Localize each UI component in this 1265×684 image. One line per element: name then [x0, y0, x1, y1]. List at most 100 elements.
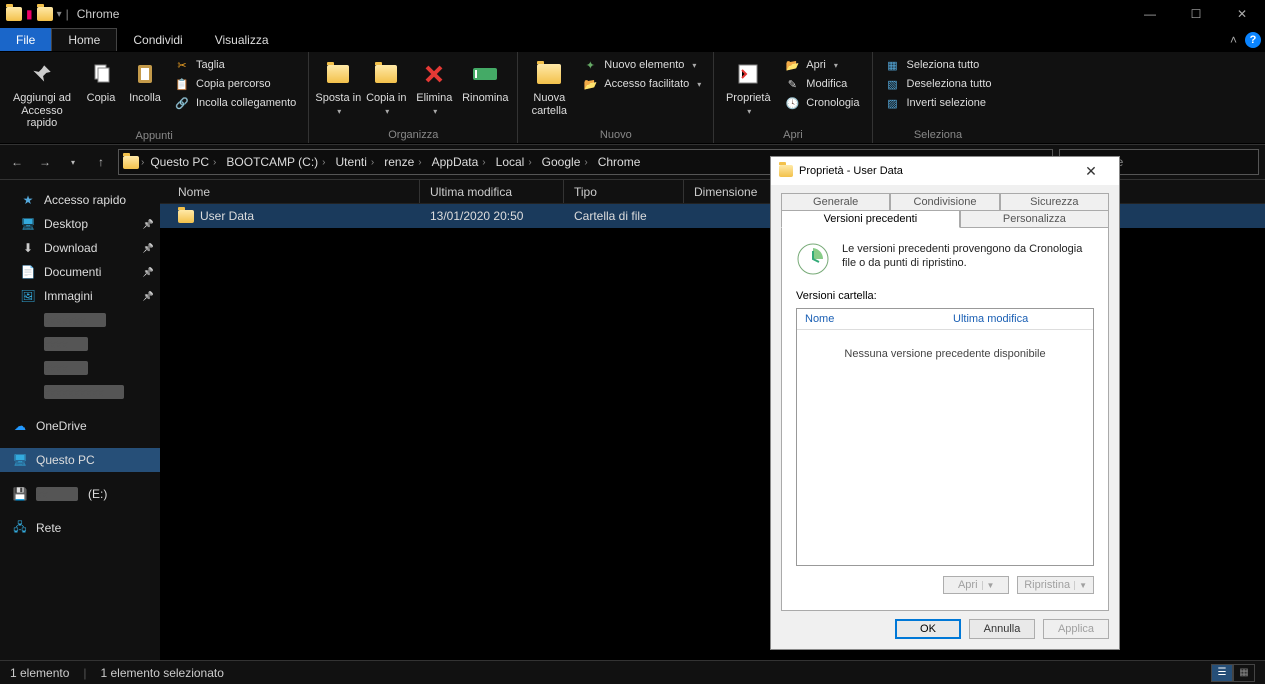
sidebar-quick-access[interactable]: ★Accesso rapido	[0, 188, 160, 212]
newfolder-button[interactable]: Nuova cartella	[524, 54, 574, 117]
sidebar-images[interactable]: 🖼Immagini	[0, 284, 160, 308]
close-button[interactable]: ✕	[1219, 0, 1265, 28]
sidebar-drive[interactable]: 💾xx(E:)	[0, 482, 160, 506]
dialog-titlebar[interactable]: Proprietà - User Data ✕	[771, 157, 1119, 185]
menu-file[interactable]: File	[0, 28, 51, 51]
file-modified: 13/01/2020 20:50	[420, 209, 564, 223]
cancel-button[interactable]: Annulla	[969, 619, 1035, 639]
sidebar-thispc[interactable]: 🖥Questo PC	[0, 448, 160, 472]
delete-button[interactable]: Elimina	[411, 54, 457, 116]
easyaccess-button[interactable]: 📂Accesso facilitato	[576, 75, 707, 93]
separator-icon: ▾	[57, 9, 62, 20]
moveto-button[interactable]: Sposta in	[315, 54, 361, 116]
paste-button[interactable]: Incolla	[124, 54, 166, 105]
copyto-icon	[375, 58, 397, 90]
crumb-7[interactable]: Chrome	[594, 155, 645, 169]
copy-icon	[89, 58, 113, 90]
moveto-icon	[327, 58, 349, 90]
sidebar-item-redacted-4[interactable]: xxxxxxxxxx	[0, 380, 160, 404]
sidebar: ★Accesso rapido 🖥Desktop ⬇Download 📄Docu…	[0, 180, 160, 660]
sidebar-item-redacted-3[interactable]: xxxx	[0, 356, 160, 380]
tab-security[interactable]: Sicurezza	[1000, 193, 1109, 211]
tab-sharing[interactable]: Condivisione	[890, 193, 999, 211]
versions-table: Nome Ultima modifica Nessuna versione pr…	[796, 308, 1094, 566]
folder-icon	[178, 210, 194, 223]
tab-general[interactable]: Generale	[781, 193, 890, 211]
th-modified[interactable]: Ultima modifica	[945, 309, 1093, 329]
col-size[interactable]: Dimensione	[684, 180, 784, 203]
documents-icon: 📄	[20, 264, 36, 280]
sidebar-desktop[interactable]: 🖥Desktop	[0, 212, 160, 236]
th-name[interactable]: Nome	[797, 309, 945, 329]
history-icon: 🕓	[784, 95, 800, 111]
edit-button[interactable]: ✎Modifica	[778, 75, 865, 93]
details-view-button[interactable]: ☰	[1211, 664, 1233, 682]
copy-button[interactable]: Copia	[80, 54, 122, 105]
dialog-title: Proprietà - User Data	[799, 165, 903, 177]
status-selected: 1 elemento selezionato	[101, 666, 224, 680]
copyto-button[interactable]: Copia in	[363, 54, 409, 116]
tab-previous-versions[interactable]: Versioni precedenti	[781, 210, 960, 228]
clock-icon	[796, 242, 830, 276]
crumb-3[interactable]: renze›	[380, 155, 425, 169]
sidebar-documents[interactable]: 📄Documenti	[0, 260, 160, 284]
qa-folder-icon[interactable]	[37, 7, 53, 21]
address-folder-icon	[123, 156, 139, 169]
recent-button[interactable]: ▾	[62, 151, 84, 173]
col-modified[interactable]: Ultima modifica	[420, 180, 564, 203]
file-type: Cartella di file	[564, 209, 684, 223]
minimize-button[interactable]: —	[1127, 0, 1173, 28]
thumbnails-view-button[interactable]: ▦	[1233, 664, 1255, 682]
star-icon: ★	[20, 192, 36, 208]
selectnone-button[interactable]: ▧Deseleziona tutto	[879, 75, 998, 93]
rename-button[interactable]: Rinomina	[459, 54, 511, 105]
pasteshortcut-button[interactable]: 🔗Incolla collegamento	[168, 94, 302, 112]
crumb-5[interactable]: Local›	[492, 155, 536, 169]
properties-dialog: Proprietà - User Data ✕ Generale Condivi…	[770, 156, 1120, 650]
open-version-button: Apri▼	[943, 576, 1009, 594]
selectall-icon: ▦	[885, 57, 901, 73]
history-button[interactable]: 🕓Cronologia	[778, 94, 865, 112]
sidebar-item-redacted-1[interactable]: xxxxxxx	[0, 308, 160, 332]
col-type[interactable]: Tipo	[564, 180, 684, 203]
col-name[interactable]: Nome	[160, 180, 420, 203]
crumb-4[interactable]: AppData›	[428, 155, 490, 169]
tab-customize[interactable]: Personalizza	[960, 210, 1109, 228]
cut-button[interactable]: ✂Taglia	[168, 56, 302, 74]
open-button[interactable]: 📂Apri	[778, 56, 865, 74]
title-bar: ▮ ▾ | Chrome — ☐ ✕	[0, 0, 1265, 28]
pin-quickaccess-button[interactable]: Aggiungi ad Accesso rapido	[6, 54, 78, 130]
maximize-button[interactable]: ☐	[1173, 0, 1219, 28]
dialog-close-button[interactable]: ✕	[1071, 163, 1111, 180]
help-button[interactable]: ?	[1245, 32, 1261, 48]
menu-view[interactable]: Visualizza	[199, 28, 285, 51]
invert-button[interactable]: ▨Inverti selezione	[879, 94, 998, 112]
crumb-0[interactable]: Questo PC›	[146, 155, 220, 169]
back-button[interactable]: ←	[6, 151, 28, 173]
selectall-button[interactable]: ▦Seleziona tutto	[879, 56, 998, 74]
sidebar-item-redacted-2[interactable]: xxxx	[0, 332, 160, 356]
qa-icon[interactable]: ▮	[26, 7, 33, 21]
copypath-button[interactable]: 📋Copia percorso	[168, 75, 302, 93]
dialog-info-text: Le versioni precedenti provengono da Cro…	[842, 242, 1094, 276]
sidebar-download[interactable]: ⬇Download	[0, 236, 160, 260]
menu-home[interactable]: Home	[51, 28, 117, 51]
scissors-icon: ✂	[174, 57, 190, 73]
properties-button[interactable]: Proprietà	[720, 54, 776, 116]
crumb-1[interactable]: BOOTCAMP (C:)›	[222, 155, 329, 169]
collapse-ribbon-button[interactable]: ˄	[1230, 33, 1237, 47]
up-button[interactable]: ↑	[90, 151, 112, 173]
delete-icon	[422, 58, 446, 90]
ok-button[interactable]: OK	[895, 619, 961, 639]
window-title: Chrome	[77, 7, 120, 21]
crumb-6[interactable]: Google›	[538, 155, 592, 169]
group-open-label: Apri	[720, 129, 865, 143]
forward-button[interactable]: →	[34, 151, 56, 173]
menu-share[interactable]: Condividi	[117, 28, 198, 51]
crumb-2[interactable]: Utenti›	[332, 155, 379, 169]
section-label: Versioni cartella:	[796, 290, 1094, 302]
sidebar-onedrive[interactable]: ☁OneDrive	[0, 414, 160, 438]
sidebar-network[interactable]: 🖧Rete	[0, 516, 160, 540]
shortcut-icon: 🔗	[174, 95, 190, 111]
newitem-button[interactable]: ✦Nuovo elemento	[576, 56, 707, 74]
